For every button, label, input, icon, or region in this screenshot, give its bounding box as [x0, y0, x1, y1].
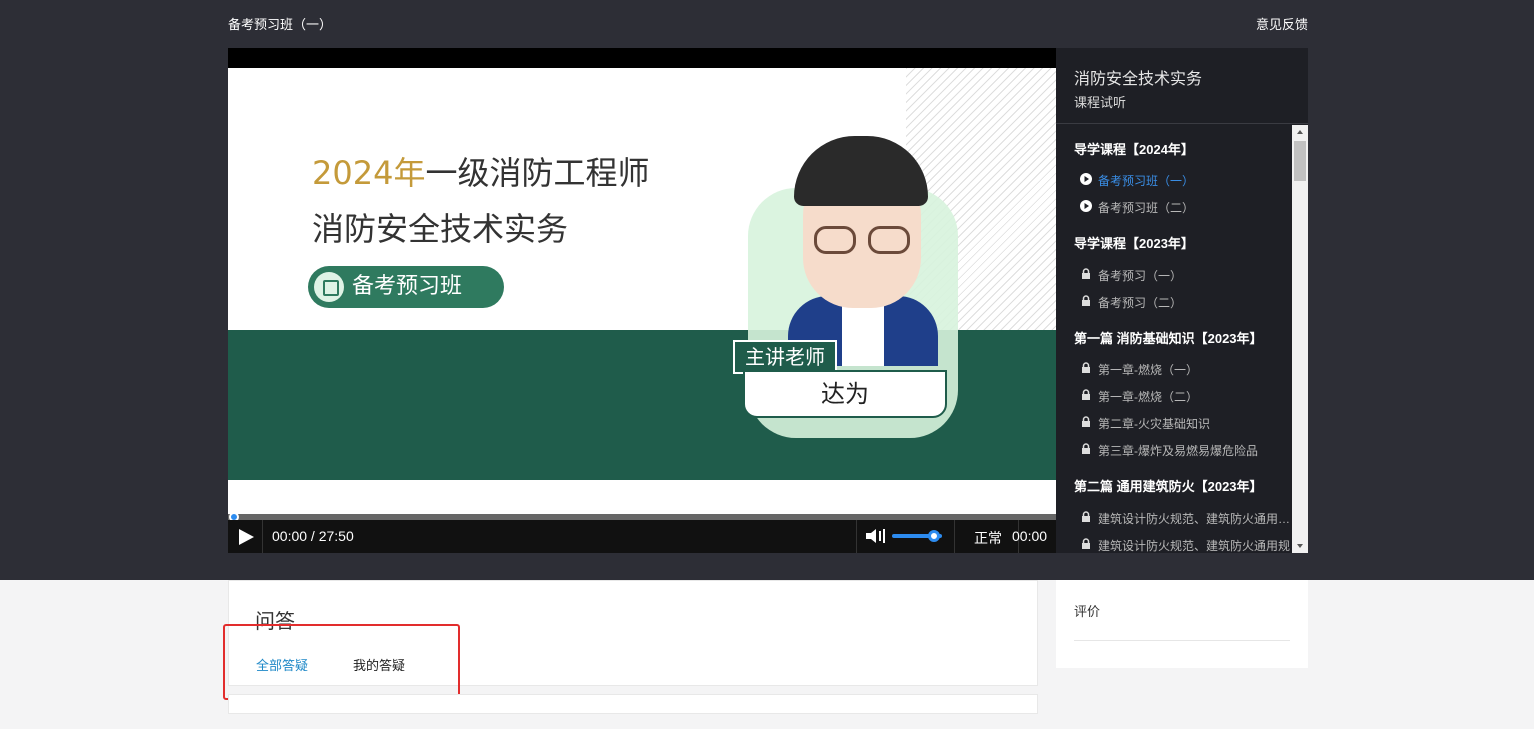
lesson-label: 第一章-燃烧（一） — [1098, 363, 1198, 377]
scroll-down-arrow-icon[interactable] — [1292, 539, 1308, 553]
play-icon[interactable] — [236, 527, 256, 547]
lesson-item[interactable]: 备考预习（二） — [1080, 294, 1292, 311]
lesson-label: 第一章-燃烧（二） — [1098, 390, 1198, 404]
section-title: 第一篇 消防基础知识【2023年】 — [1074, 331, 1263, 346]
lesson-item[interactable]: 第一章-燃烧（二） — [1080, 388, 1292, 405]
lesson-label: 建筑设计防火规范、建筑防火通用规范 — [1098, 512, 1292, 526]
control-divider — [856, 520, 857, 553]
evaluation-title: 评价 — [1074, 604, 1101, 619]
lesson-item[interactable]: 建筑设计防火规范、建筑防火通用规范 — [1080, 510, 1292, 527]
tab-my-questions[interactable]: 我的答疑 — [353, 655, 405, 674]
slide-subtitle: 消防安全技术实务 — [312, 210, 569, 248]
playback-rate-button[interactable]: 正常 — [974, 528, 1002, 548]
slide-title: 2024年一级消防工程师 — [312, 148, 649, 194]
play-circle-icon — [1080, 173, 1092, 185]
course-subtitle: 课程试听 — [1074, 95, 1127, 110]
section-title: 导学课程【2023年】 — [1074, 236, 1194, 251]
lesson-label: 备考预习（一） — [1098, 269, 1183, 283]
lock-icon — [1082, 268, 1090, 279]
time-display: 00:00 / 27:50 — [272, 528, 354, 544]
lesson-label: 备考预习（二） — [1098, 296, 1183, 310]
video-player[interactable]: 2024年一级消防工程师 消防安全技术实务 备考预习班 主讲老师 达为 00:0… — [228, 48, 1056, 553]
evaluation-divider — [1074, 640, 1290, 641]
lesson-list: 导学课程【2024年】 备考预习班（一） 备考预习班（二） 导学课程【2023年… — [1056, 125, 1292, 553]
teacher-name: 达为 — [743, 370, 947, 418]
slide-badge-label: 备考预习班 — [352, 274, 463, 299]
lock-icon — [1082, 362, 1090, 373]
teacher-glasses — [814, 226, 912, 254]
chat-icon — [314, 272, 344, 302]
lesson-item[interactable]: 备考预习（一） — [1080, 267, 1292, 284]
teacher-label: 主讲老师 — [733, 340, 837, 374]
qa-card: 问答 全部答疑 我的答疑 — [228, 580, 1038, 686]
scrollbar-thumb[interactable] — [1294, 141, 1306, 181]
volume-icon[interactable] — [864, 526, 886, 546]
section-title: 导学课程【2024年】 — [1074, 142, 1194, 157]
course-panel: 消防安全技术实务 课程试听 导学课程【2024年】 备考预习班（一） 备考预习班… — [1056, 48, 1308, 553]
feedback-link[interactable]: 意见反馈 — [1256, 14, 1308, 33]
lock-icon — [1082, 443, 1090, 454]
lesson-list-scrollbar[interactable] — [1292, 125, 1308, 553]
lock-icon — [1082, 538, 1090, 549]
lesson-label: 备考预习班（二） — [1098, 201, 1195, 215]
player-controls: 00:00 / 27:50 正常 00:00 — [228, 520, 1056, 553]
section-title: 第二篇 通用建筑防火【2023年】 — [1074, 479, 1263, 494]
lesson-item[interactable]: 备考预习班（一） — [1080, 172, 1292, 189]
volume-knob[interactable] — [928, 530, 940, 542]
slide-title-rest: 一级消防工程师 — [425, 154, 650, 192]
lesson-item[interactable]: 建筑设计防火规范、建筑防火通用规 — [1080, 537, 1292, 553]
scroll-up-arrow-icon[interactable] — [1292, 125, 1308, 139]
lock-icon — [1082, 295, 1090, 306]
lesson-item[interactable]: 第三章-爆炸及易燃易爆危险品 — [1080, 442, 1292, 459]
lesson-item[interactable]: 第二章-火灾基础知识 — [1080, 415, 1292, 432]
slide-title-year: 2024年 — [312, 154, 426, 192]
time-right: 00:00 — [1012, 528, 1048, 544]
page-title: 备考预习班（一） — [228, 17, 333, 32]
course-title: 消防安全技术实务 — [1074, 71, 1203, 88]
lesson-label: 建筑设计防火规范、建筑防火通用规 — [1098, 539, 1291, 553]
video-frame[interactable]: 2024年一级消防工程师 消防安全技术实务 备考预习班 主讲老师 达为 — [228, 68, 1056, 528]
lesson-label: 第二章-火灾基础知识 — [1098, 417, 1210, 431]
control-divider — [262, 520, 263, 553]
slide-badge: 备考预习班 — [308, 266, 504, 308]
lock-icon — [1082, 389, 1090, 400]
control-divider — [954, 520, 955, 553]
lesson-label: 第三章-爆炸及易燃易爆危险品 — [1098, 444, 1258, 458]
lesson-item[interactable]: 备考预习班（二） — [1080, 199, 1292, 216]
tab-all-questions[interactable]: 全部答疑 — [256, 655, 308, 674]
play-circle-icon — [1080, 200, 1092, 212]
qa-title: 问答 — [255, 611, 295, 633]
lesson-item[interactable]: 第一章-燃烧（一） — [1080, 361, 1292, 378]
evaluation-card: 评价 — [1056, 580, 1308, 668]
lock-icon — [1082, 511, 1090, 522]
course-panel-header: 消防安全技术实务 课程试听 — [1056, 48, 1308, 124]
qa-list-card — [228, 694, 1038, 714]
lesson-label: 备考预习班（一） — [1098, 174, 1195, 188]
lock-icon — [1082, 416, 1090, 427]
